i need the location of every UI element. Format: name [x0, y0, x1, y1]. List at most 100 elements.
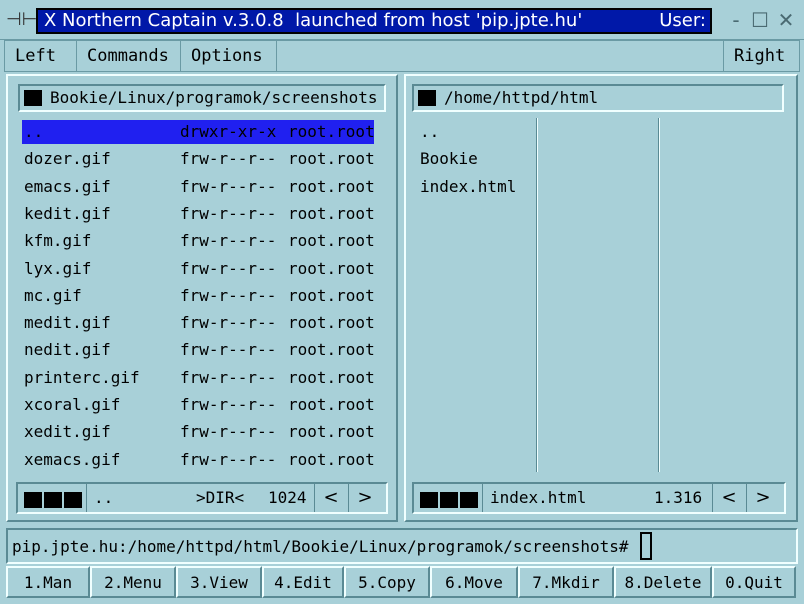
title-bar[interactable]: ⊣⊢ X Northern Captain v.3.0.8 launched f…: [0, 0, 804, 40]
left-file-owner: root.root: [288, 286, 375, 305]
fkey-view-button[interactable]: 3.View: [176, 566, 262, 598]
left-file-owner: root.root: [288, 422, 375, 441]
left-file-row[interactable]: mc.gif frw-r--r-- root.root: [22, 284, 375, 308]
left-panel[interactable]: Bookie/Linux/programok/screenshots .. drw…: [6, 74, 398, 522]
right-file-list[interactable]: .. Bookie index.html: [420, 120, 532, 470]
left-file-perms: frw-r--r--: [180, 286, 277, 305]
right-status-square-1-icon[interactable]: [420, 492, 438, 508]
left-file-perms: frw-r--r--: [180, 259, 277, 278]
left-file-row[interactable]: emacs.gif frw-r--r-- root.root: [22, 175, 375, 199]
left-file-name: medit.gif: [24, 313, 111, 332]
right-panel[interactable]: /home/httpd/html .. Bookie index.html inde…: [404, 74, 798, 522]
left-file-row[interactable]: xemacs.gif frw-r--r-- root.root: [22, 448, 375, 472]
minimize-icon[interactable]: -: [724, 8, 748, 32]
left-file-row[interactable]: nedit.gif frw-r--r-- root.root: [22, 338, 375, 362]
fkey-edit-button[interactable]: 4.Edit: [262, 566, 344, 598]
right-status-separator: [482, 484, 483, 512]
right-status-square-2-icon[interactable]: [440, 492, 458, 508]
left-file-row[interactable]: kedit.gif frw-r--r-- root.root: [22, 202, 375, 226]
xnc-window: ⊣⊢ X Northern Captain v.3.0.8 launched f…: [0, 0, 804, 604]
left-file-row[interactable]: printerc.gif frw-r--r-- root.root: [22, 366, 375, 390]
window-title-text: X Northern Captain v.3.0.8 launched from…: [44, 10, 583, 31]
left-file-name: emacs.gif: [24, 177, 111, 196]
left-next-icon[interactable]: >: [352, 486, 378, 510]
left-file-name: lyx.gif: [24, 259, 92, 278]
fkey-move-button[interactable]: 6.Move: [430, 566, 518, 598]
left-file-owner: root.root: [288, 340, 375, 359]
left-file-row[interactable]: kfm.gif frw-r--r-- root.root: [22, 229, 375, 253]
right-file-row[interactable]: Bookie: [420, 147, 478, 171]
user-label: User:: [659, 10, 706, 31]
right-next-icon[interactable]: >: [750, 486, 776, 510]
right-status-separator-3: [746, 484, 747, 512]
left-file-owner: root.root: [288, 231, 375, 250]
left-file-name: xcoral.gif: [24, 395, 121, 414]
left-file-perms: frw-r--r--: [180, 313, 277, 332]
left-status-separator-3: [348, 484, 349, 512]
fkey-copy-button[interactable]: 5.Copy: [344, 566, 430, 598]
close-icon[interactable]: ✕: [774, 8, 798, 32]
left-file-perms: frw-r--r--: [180, 340, 277, 359]
left-prev-icon[interactable]: <: [318, 486, 344, 510]
maximize-icon[interactable]: ☐: [748, 8, 772, 32]
right-status-bar: index.html 1.316 < >: [412, 482, 786, 514]
left-file-name: kedit.gif: [24, 204, 111, 223]
fkey-delete-button[interactable]: 8.Delete: [614, 566, 712, 598]
fkey-man-button[interactable]: 1.Man: [6, 566, 90, 598]
left-file-row[interactable]: medit.gif frw-r--r-- root.root: [22, 311, 375, 335]
menu-options[interactable]: Options: [181, 41, 277, 71]
right-status-name: index.html: [490, 488, 587, 507]
right-status-square-3-icon[interactable]: [460, 492, 478, 508]
left-path-bar[interactable]: Bookie/Linux/programok/screenshots: [18, 84, 386, 112]
left-status-separator: [86, 484, 87, 512]
right-file-row[interactable]: ..: [420, 120, 439, 144]
left-file-row[interactable]: xedit.gif frw-r--r-- root.root: [22, 420, 375, 444]
left-status-square-1-icon[interactable]: [24, 492, 42, 508]
left-file-name: xemacs.gif: [24, 450, 121, 469]
left-file-perms: drwxr-xr-x: [180, 122, 277, 141]
left-file-perms: frw-r--r--: [180, 450, 277, 469]
left-file-row[interactable]: lyx.gif frw-r--r-- root.root: [22, 257, 375, 281]
left-status-separator-2: [314, 484, 315, 512]
left-file-name: kfm.gif: [24, 231, 92, 250]
menu-left[interactable]: Left: [5, 41, 77, 71]
left-file-owner: root.root: [288, 395, 375, 414]
right-prev-icon[interactable]: <: [716, 486, 742, 510]
left-file-name: mc.gif: [24, 286, 82, 305]
left-file-perms: frw-r--r--: [180, 231, 277, 250]
left-file-perms: frw-r--r--: [180, 177, 277, 196]
left-file-row[interactable]: .. drwxr-xr-x root.root: [22, 120, 375, 144]
window-controls: - ☐ ✕: [724, 8, 804, 34]
command-prompt: pip.jpte.hu:/home/httpd/html/Bookie/Linu…: [12, 537, 629, 556]
left-file-row[interactable]: dozer.gif frw-r--r-- root.root: [22, 147, 375, 171]
left-path-square-icon[interactable]: [24, 90, 42, 106]
right-file-row[interactable]: index.html: [420, 175, 516, 199]
left-file-owner: root.root: [288, 259, 375, 278]
fkey-quit-button[interactable]: 0.Quit: [712, 566, 796, 598]
left-status-square-2-icon[interactable]: [44, 492, 62, 508]
left-file-perms: frw-r--r--: [180, 204, 277, 223]
right-path-bar[interactable]: /home/httpd/html: [412, 84, 784, 112]
right-column-divider-1: [536, 118, 538, 472]
left-file-owner: root.root: [288, 177, 375, 196]
left-file-owner: root.root: [288, 368, 375, 387]
right-path-square-icon[interactable]: [418, 90, 436, 106]
menu-right[interactable]: Right: [723, 41, 799, 71]
right-status-separator-2: [712, 484, 713, 512]
left-status-size: 1024: [268, 488, 307, 507]
fkey-mkdir-button[interactable]: 7.Mkdir: [518, 566, 614, 598]
left-status-name: ..: [94, 488, 114, 507]
left-file-owner: root.root: [288, 122, 375, 141]
right-column-divider-2: [658, 118, 660, 472]
fkey-menu-button[interactable]: 2.Menu: [90, 566, 176, 598]
left-file-row[interactable]: xcoral.gif frw-r--r-- root.root: [22, 393, 375, 417]
window-menu-icon[interactable]: ⊣⊢: [6, 9, 37, 31]
menu-commands[interactable]: Commands: [77, 41, 181, 71]
left-path: Bookie/Linux/programok/screenshots: [50, 88, 378, 107]
left-file-list[interactable]: .. drwxr-xr-x root.root dozer.gif frw-r--r--…: [22, 120, 376, 470]
left-file-name: ..: [24, 122, 44, 141]
left-file-perms: frw-r--r--: [180, 395, 277, 414]
left-status-square-3-icon[interactable]: [64, 492, 82, 508]
command-line[interactable]: pip.jpte.hu:/home/httpd/html/Bookie/Linu…: [6, 528, 798, 564]
command-input-cursor[interactable]: [640, 532, 652, 560]
